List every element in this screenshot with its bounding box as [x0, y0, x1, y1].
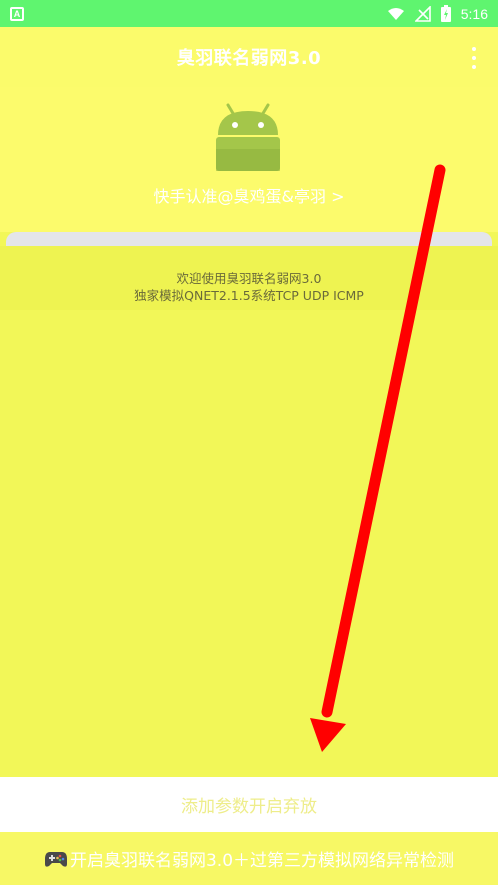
start-button-label: 开启臭羽联名弱网3.0＋过第三方模拟网络异常检测	[69, 851, 455, 871]
android-icon	[216, 103, 280, 171]
wifi-icon	[387, 7, 404, 20]
toolbar-title: 臭羽联名弱网3.0	[176, 48, 322, 69]
add-params-button[interactable]: 添加参数开启弃放	[0, 777, 498, 832]
welcome-line-1: 欢迎使用臭羽联名弱网3.0	[176, 271, 322, 286]
header-area: 快手认准@臭鸡蛋&亭羽 >	[0, 87, 498, 232]
welcome-message: 欢迎使用臭羽联名弱网3.0 独家模拟QNET2.1.5系统TCP UDP ICM…	[0, 246, 498, 310]
status-bar: A 5:16	[0, 0, 498, 27]
app-toolbar: 臭羽联名弱网3.0	[0, 27, 498, 87]
welcome-line-2: 独家模拟QNET2.1.5系统TCP UDP ICMP	[134, 288, 364, 303]
card-top-edge	[6, 232, 492, 246]
start-weak-network-button[interactable]: 开启臭羽联名弱网3.0＋过第三方模拟网络异常检测	[0, 832, 498, 885]
gamepad-icon	[44, 851, 67, 867]
app-notification-icon: A	[10, 6, 24, 21]
author-link[interactable]: 快手认准@臭鸡蛋&亭羽 >	[0, 183, 498, 207]
status-time: 5:16	[460, 5, 488, 22]
battery-icon	[440, 5, 451, 22]
main-card	[0, 232, 498, 777]
more-vert-icon[interactable]	[468, 47, 480, 69]
signal-icon	[414, 5, 431, 22]
